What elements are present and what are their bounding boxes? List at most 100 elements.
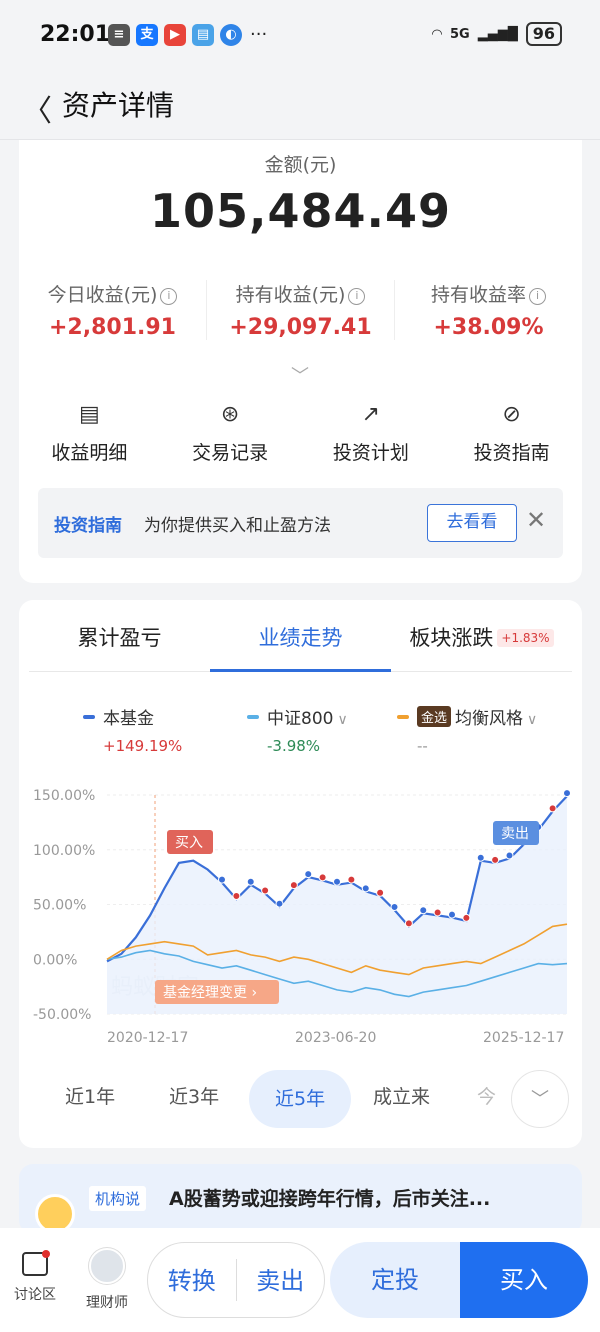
- document-icon: ▤: [78, 402, 100, 427]
- trade-point: [261, 886, 270, 895]
- action-trade-records[interactable]: ⊛ 交易记录: [160, 402, 301, 465]
- tab-performance-trend[interactable]: 业绩走势: [210, 600, 391, 672]
- battery-icon: 96: [525, 22, 562, 46]
- convert-sell-group: 转换 卖出: [147, 1242, 325, 1318]
- more-periods-chevron-icon[interactable]: ﹀: [511, 1070, 569, 1128]
- page-title: 资产详情: [62, 89, 175, 122]
- action-invest-plan[interactable]: ↗ 投资计划: [301, 402, 442, 465]
- y-tick-label: 0.00%: [33, 952, 77, 968]
- status-bar: 22:01 ≡ 支 ▶ ▤ ◐ ··· ◠ 5G ▂▄▆█ 96: [0, 0, 600, 70]
- reader-app-icon: ▤: [192, 24, 214, 46]
- asset-summary-card: 金额(元) 105,484.49 今日收益(元) i +2,801.91 持有收益…: [19, 140, 582, 583]
- trade-point: [232, 892, 241, 901]
- trade-point: [462, 913, 471, 922]
- app-notification-icon: ≡: [108, 24, 130, 46]
- period-5y[interactable]: 近5年: [249, 1070, 352, 1128]
- info-icon[interactable]: i: [529, 288, 546, 305]
- x-tick-label: 2020-12-17: [107, 1030, 188, 1046]
- sell-button[interactable]: 卖出: [237, 1243, 325, 1317]
- trade-point: [304, 870, 313, 879]
- period-ytd[interactable]: 今: [477, 1082, 496, 1109]
- guide-text: 为你提供买入和止盈方法: [144, 516, 331, 536]
- sell-annotation: 卖出: [501, 826, 529, 842]
- trade-point: [563, 789, 571, 798]
- network-label: 5G: [450, 26, 470, 42]
- legend-style[interactable]: 金选 均衡风格 ∨ --: [397, 704, 537, 755]
- legend-fund: 本基金 +149.19%: [83, 704, 182, 755]
- trade-point: [318, 873, 327, 882]
- trade-point: [548, 804, 557, 813]
- nav-bar: 〈 资产详情: [0, 70, 600, 140]
- expand-chevron-icon[interactable]: ﹀: [291, 362, 309, 388]
- stat-holding: 持有收益(元) i +29,097.41: [207, 280, 395, 340]
- advisor-button[interactable]: 理财师: [86, 1248, 128, 1312]
- stat-value: +2,801.91: [49, 315, 176, 340]
- chevron-down-icon: ∨: [527, 712, 538, 728]
- avatar: [89, 1248, 125, 1284]
- institution-card[interactable]: 机构说 A股蓄势或迎接跨年行情，后市关注...: [19, 1164, 582, 1234]
- notification-dot: [42, 1250, 50, 1258]
- stat-label: 持有收益率: [430, 284, 526, 306]
- amount-value: 105,484.49: [149, 184, 451, 238]
- buy-button[interactable]: 买入: [460, 1242, 588, 1318]
- quick-actions: ▤ 收益明细 ⊛ 交易记录 ↗ 投资计划 ⊘ 投资指南: [19, 402, 582, 465]
- trade-point: [476, 853, 485, 862]
- trade-point: [275, 899, 284, 908]
- x-tick-label: 2025-12-17: [483, 1030, 564, 1046]
- trade-point: [289, 881, 298, 890]
- status-time: 22:01: [40, 22, 111, 47]
- trade-point: [433, 908, 442, 917]
- legend-value: -3.98%: [267, 737, 321, 755]
- chevron-down-icon: ∨: [337, 712, 348, 728]
- period-3y[interactable]: 近3年: [169, 1082, 219, 1109]
- tab-sector-change[interactable]: 板块涨跌 +1.83%: [391, 600, 572, 671]
- period-1y[interactable]: 近1年: [65, 1082, 115, 1109]
- y-tick-label: 150.00%: [33, 788, 95, 804]
- stat-rate: 持有收益率 i +38.09%: [395, 280, 582, 340]
- back-icon[interactable]: 〈: [22, 86, 52, 130]
- yen-icon: ⊛: [220, 402, 240, 427]
- compass-icon: ⊘: [502, 402, 521, 427]
- action-income-detail[interactable]: ▤ 收益明细: [19, 402, 160, 465]
- trade-point: [347, 875, 356, 884]
- trade-point: [361, 884, 370, 893]
- jinxuan-badge: 金选: [417, 706, 452, 727]
- x-tick-label: 2023-06-20: [295, 1030, 376, 1046]
- y-tick-label: 100.00%: [33, 843, 95, 859]
- tab-bar: 累计盈亏 业绩走势 板块涨跌 +1.83%: [29, 600, 572, 672]
- period-selector: 近1年 近3年 近5年 成立来 今 ﹀: [19, 1070, 582, 1130]
- sector-change-badge: +1.83%: [497, 629, 554, 647]
- forum-button[interactable]: 讨论区: [14, 1250, 56, 1304]
- trade-point: [390, 902, 399, 911]
- stat-today: 今日收益(元) i +2,801.91: [19, 280, 207, 340]
- info-icon[interactable]: i: [160, 288, 178, 305]
- action-invest-guide[interactable]: ⊘ 投资指南: [441, 402, 582, 465]
- institution-tag: 机构说: [89, 1186, 147, 1211]
- legend-value: --: [417, 737, 428, 755]
- institution-text: A股蓄势或迎接跨年行情，后市关注...: [169, 1188, 491, 1210]
- trade-point: [448, 910, 456, 919]
- stat-label: 今日收益(元): [47, 284, 158, 306]
- guide-view-button[interactable]: 去看看: [427, 504, 517, 542]
- close-icon[interactable]: ✕: [526, 506, 546, 534]
- stat-label: 持有收益(元): [235, 284, 346, 306]
- stat-value: +38.09%: [433, 315, 544, 340]
- convert-button[interactable]: 转换: [148, 1243, 236, 1317]
- y-tick-label: -50.00%: [33, 1007, 91, 1023]
- trade-point: [333, 877, 341, 886]
- performance-chart[interactable]: 150.00% 100.00% 50.00% 0.00% -50.00% 2020-12-…: [19, 770, 582, 1050]
- trade-point: [246, 877, 255, 886]
- tab-cumulative-pl[interactable]: 累计盈亏: [29, 600, 210, 671]
- buy-annotation: 买入: [175, 835, 203, 851]
- info-icon[interactable]: i: [348, 288, 366, 305]
- drop-app-icon: ◐: [220, 24, 242, 46]
- guide-banner: 投资指南 为你提供买入和止盈方法 去看看 ✕: [38, 488, 563, 558]
- period-since-inception[interactable]: 成立来: [373, 1082, 430, 1109]
- video-app-icon: ▶: [164, 24, 186, 46]
- guide-tag: 投资指南: [54, 516, 122, 536]
- performance-card: 累计盈亏 业绩走势 板块涨跌 +1.83% 本基金 +149.19% 中证800 ∨…: [19, 600, 582, 1148]
- trade-point: [505, 851, 514, 860]
- legend-benchmark[interactable]: 中证800 ∨ -3.98%: [247, 704, 348, 755]
- auto-invest-button[interactable]: 定投: [330, 1242, 460, 1318]
- trade-point: [419, 906, 428, 915]
